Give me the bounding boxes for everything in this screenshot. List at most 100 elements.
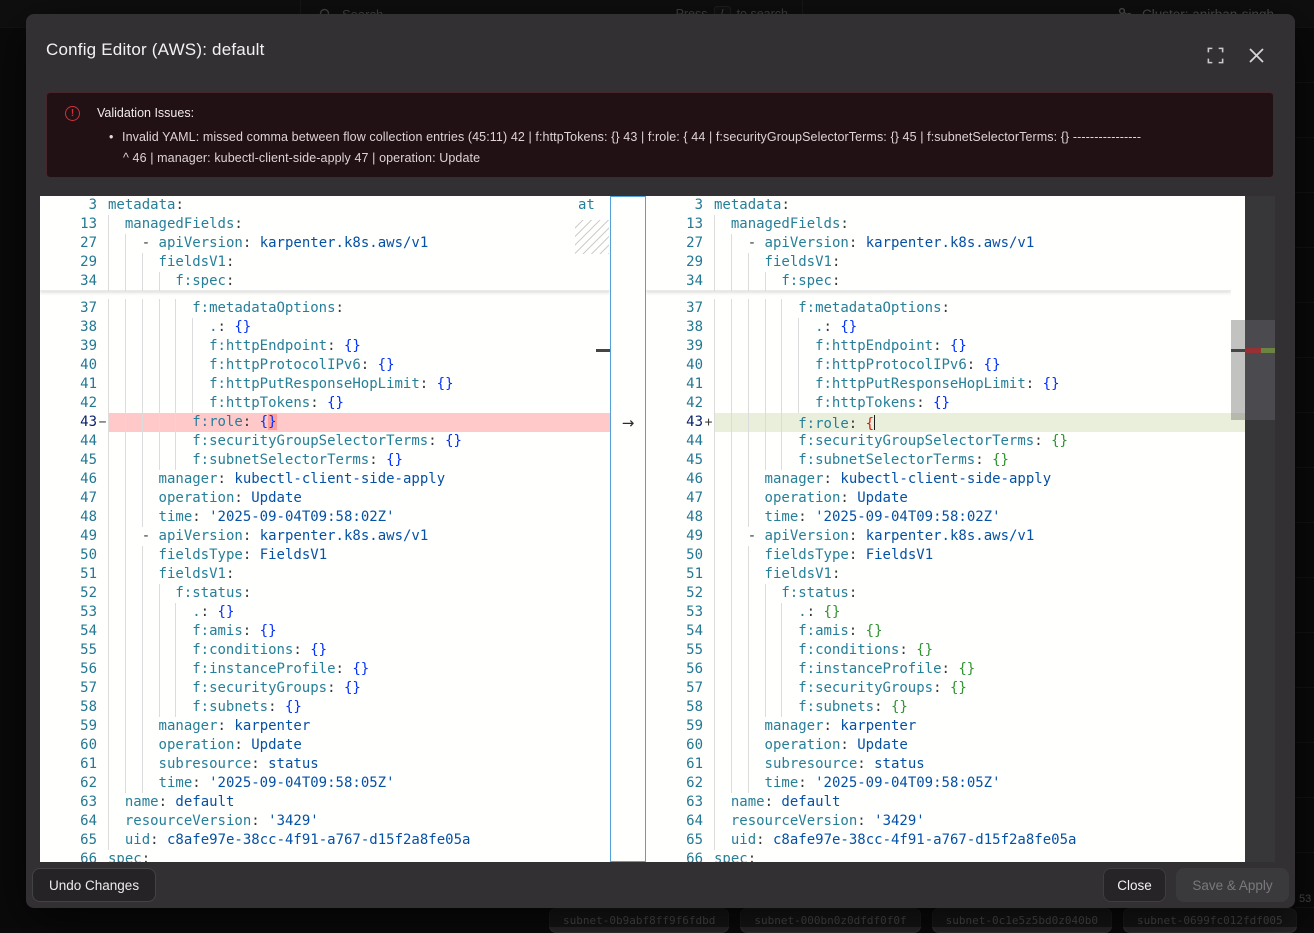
diff-pane-original[interactable]: 3metadata:13managedFields:27- apiVersion…: [40, 196, 610, 862]
code-line[interactable]: 3metadata:: [40, 196, 610, 215]
code-line[interactable]: 60operation: Update: [40, 736, 610, 755]
undo-changes-button[interactable]: Undo Changes: [32, 868, 156, 902]
code-line[interactable]: 42f:httpTokens: {}: [646, 394, 1231, 413]
code-line[interactable]: 13managedFields:: [40, 215, 610, 234]
code-modified[interactable]: 37f:metadataOptions:38.: {}39f:httpEndpo…: [646, 299, 1231, 862]
code-line[interactable]: 46manager: kubectl-client-side-apply: [40, 470, 610, 489]
code-line[interactable]: 62time: '2025-09-04T09:58:05Z': [40, 774, 610, 793]
code-line[interactable]: 50fieldsType: FieldsV1: [40, 546, 610, 565]
bullet: •: [109, 127, 122, 148]
code-line[interactable]: 46manager: kubectl-client-side-apply: [646, 470, 1231, 489]
code-line[interactable]: 40f:httpProtocolIPv6: {}: [40, 356, 610, 375]
code-line[interactable]: 54f:amis: {}: [40, 622, 610, 641]
overview-ruler-slider[interactable]: [1245, 320, 1275, 420]
code-line[interactable]: 54f:amis: {}: [646, 622, 1231, 641]
code-line[interactable]: 62time: '2025-09-04T09:58:05Z': [646, 774, 1231, 793]
code-line[interactable]: 59manager: karpenter: [646, 717, 1231, 736]
diff-gutter: →: [610, 196, 646, 862]
code-line[interactable]: 38.: {}: [40, 318, 610, 337]
code-line[interactable]: 56f:instanceProfile: {}: [646, 660, 1231, 679]
code-line[interactable]: 43+f:role: {: [646, 413, 1231, 432]
diff-pane-modified[interactable]: 3metadata:13managedFields:27- apiVersion…: [646, 196, 1231, 862]
code-line[interactable]: 63name: default: [646, 793, 1231, 812]
close-icon[interactable]: [1245, 44, 1267, 66]
code-line[interactable]: 42f:httpTokens: {}: [40, 394, 610, 413]
dialog-title: Config Editor (AWS): default: [46, 40, 265, 60]
code-line[interactable]: 49- apiVersion: karpenter.k8s.aws/v1: [40, 527, 610, 546]
code-line[interactable]: 66spec:: [646, 850, 1231, 862]
code-line[interactable]: 57f:securityGroups: {}: [646, 679, 1231, 698]
code-line[interactable]: 27- apiVersion: karpenter.k8s.aws/v1: [40, 234, 610, 253]
scrollbar-position-mark: [1231, 349, 1245, 352]
code-line[interactable]: 41f:httpPutResponseHopLimit: {}: [646, 375, 1231, 394]
code-line[interactable]: 50fieldsType: FieldsV1: [646, 546, 1231, 565]
code-line[interactable]: 64resourceVersion: '3429': [646, 812, 1231, 831]
code-line[interactable]: 51fieldsV1:: [646, 565, 1231, 584]
code-line[interactable]: 37f:metadataOptions:: [40, 299, 610, 318]
code-line[interactable]: 13managedFields:: [646, 215, 1231, 234]
sticky-scroll-original: 3metadata:13managedFields:27- apiVersion…: [40, 196, 610, 291]
code-line[interactable]: 53.: {}: [646, 603, 1231, 622]
code-line[interactable]: 56f:instanceProfile: {}: [40, 660, 610, 679]
code-line[interactable]: 63name: default: [40, 793, 610, 812]
revert-change-arrow-icon[interactable]: →: [611, 414, 645, 433]
code-original[interactable]: 37f:metadataOptions:38.: {}39f:httpEndpo…: [40, 299, 610, 862]
overview-ruler[interactable]: [1245, 196, 1275, 862]
code-line[interactable]: 66spec:: [40, 850, 610, 862]
code-line[interactable]: 44f:securityGroupSelectorTerms: {}: [40, 432, 610, 451]
code-line[interactable]: 40f:httpProtocolIPv6: {}: [646, 356, 1231, 375]
code-line[interactable]: 38.: {}: [646, 318, 1231, 337]
validation-issues-banner: ! Validation Issues: •Invalid YAML: miss…: [46, 92, 1274, 178]
code-line[interactable]: 43−f:role: {}: [40, 413, 610, 432]
code-line[interactable]: 59manager: karpenter: [40, 717, 610, 736]
code-line[interactable]: 52f:status:: [40, 584, 610, 603]
code-line[interactable]: 51fieldsV1:: [40, 565, 610, 584]
code-line[interactable]: 45f:subnetSelectorTerms: {}: [40, 451, 610, 470]
code-line[interactable]: 37f:metadataOptions:: [646, 299, 1231, 318]
code-line[interactable]: 48time: '2025-09-04T09:58:02Z': [646, 508, 1231, 527]
code-line[interactable]: 41f:httpPutResponseHopLimit: {}: [40, 375, 610, 394]
code-line[interactable]: 39f:httpEndpoint: {}: [40, 337, 610, 356]
code-line[interactable]: 61subresource: status: [40, 755, 610, 774]
code-line[interactable]: 34f:spec:: [646, 272, 1231, 291]
vertical-scrollbar[interactable]: [1231, 196, 1245, 862]
code-line[interactable]: 65uid: c8afe97e-38cc-4f91-a767-d15f2a8fe…: [40, 831, 610, 850]
code-line[interactable]: 55f:conditions: {}: [646, 641, 1231, 660]
code-line[interactable]: 58f:subnets: {}: [40, 698, 610, 717]
code-line[interactable]: 49- apiVersion: karpenter.k8s.aws/v1: [646, 527, 1231, 546]
code-line[interactable]: 48time: '2025-09-04T09:58:02Z': [40, 508, 610, 527]
code-line[interactable]: 45f:subnetSelectorTerms: {}: [646, 451, 1231, 470]
overview-deletion-mark: [1245, 348, 1261, 353]
code-line[interactable]: 44f:securityGroupSelectorTerms: {}: [646, 432, 1231, 451]
validation-title: Validation Issues:: [97, 106, 194, 120]
error-icon: !: [65, 106, 80, 121]
code-line[interactable]: 47operation: Update: [646, 489, 1231, 508]
code-line[interactable]: 61subresource: status: [646, 755, 1231, 774]
code-line[interactable]: 55f:conditions: {}: [40, 641, 610, 660]
validation-message: •Invalid YAML: missed comma between flow…: [109, 127, 1257, 169]
close-button[interactable]: Close: [1103, 868, 1166, 902]
diff-hatch-pattern: [575, 220, 609, 254]
code-line[interactable]: 29fieldsV1:: [40, 253, 610, 272]
code-line[interactable]: 52f:status:: [646, 584, 1231, 603]
code-line[interactable]: 53.: {}: [40, 603, 610, 622]
code-line[interactable]: 27- apiVersion: karpenter.k8s.aws/v1: [646, 234, 1231, 253]
code-line[interactable]: 39f:httpEndpoint: {}: [646, 337, 1231, 356]
code-line[interactable]: 47operation: Update: [40, 489, 610, 508]
code-line[interactable]: 57f:securityGroups: {}: [40, 679, 610, 698]
scrollbar-position-mark: [596, 349, 610, 352]
clipped-sticky-text: at: [578, 196, 595, 215]
scrollbar-slider[interactable]: [1231, 320, 1245, 420]
code-line[interactable]: 3metadata:: [646, 196, 1231, 215]
code-line[interactable]: 58f:subnets: {}: [646, 698, 1231, 717]
yaml-diff-editor[interactable]: 3metadata:13managedFields:27- apiVersion…: [40, 196, 1275, 862]
code-line[interactable]: 34f:spec:: [40, 272, 610, 291]
code-line[interactable]: 60operation: Update: [646, 736, 1231, 755]
save-apply-button-disabled: Save & Apply: [1176, 868, 1289, 902]
sticky-scroll-modified: 3metadata:13managedFields:27- apiVersion…: [646, 196, 1231, 291]
config-editor-dialog: Config Editor (AWS): default ! Validatio…: [26, 14, 1295, 908]
fullscreen-icon[interactable]: [1204, 44, 1226, 66]
code-line[interactable]: 65uid: c8afe97e-38cc-4f91-a767-d15f2a8fe…: [646, 831, 1231, 850]
code-line[interactable]: 64resourceVersion: '3429': [40, 812, 610, 831]
code-line[interactable]: 29fieldsV1:: [646, 253, 1231, 272]
